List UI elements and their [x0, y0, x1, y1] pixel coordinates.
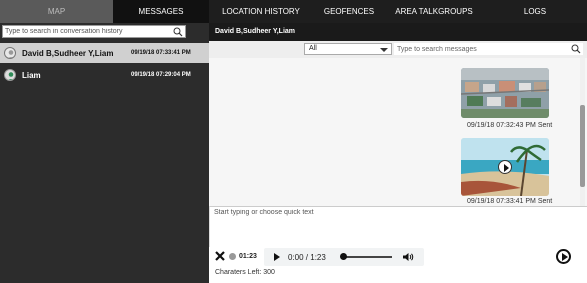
close-icon[interactable] — [214, 250, 226, 262]
message-thread: 09/19/18 07:32:43 PM Sent 09/19/18 07:33… — [209, 58, 587, 206]
audio-player: 0:00 / 1:23 — [264, 248, 424, 266]
search-icon[interactable] — [173, 27, 183, 37]
voice-recording-bar: 01:23 0:00 / 1:23 — [209, 247, 587, 267]
filter-selected-value: All — [309, 45, 317, 52]
conversation-name: David B,Sudheer Y,Liam — [22, 49, 114, 58]
scrollbar-thumb[interactable] — [580, 105, 585, 187]
message-search — [394, 43, 583, 55]
conversation-panel: David B,Sudheer Y,Liam 09/19/18 07:33:41… — [0, 23, 209, 283]
search-icon[interactable] — [571, 44, 581, 54]
characters-left: Charaters Left: 300 — [215, 269, 275, 276]
play-video-icon[interactable] — [498, 160, 512, 174]
tab-map[interactable]: MAP — [0, 0, 113, 23]
conversation-search-input[interactable] — [5, 26, 170, 37]
tab-messages[interactable]: MESSAGES — [113, 0, 209, 23]
send-button[interactable] — [556, 249, 571, 264]
message-filter-select[interactable]: All — [304, 43, 392, 55]
conversation-search — [2, 25, 186, 38]
message-composer — [209, 206, 587, 247]
thread-header: David B,Sudheer Y,Liam — [209, 23, 587, 41]
conversation-time: 09/19/18 07:33:41 PM — [131, 50, 191, 56]
tab-logs[interactable]: LOGS — [483, 0, 587, 23]
conversation-item[interactable]: Liam 09/19/18 07:29:04 PM — [0, 65, 209, 85]
conversation-item[interactable]: David B,Sudheer Y,Liam 09/19/18 07:33:41… — [0, 43, 209, 63]
audio-time: 0:00 / 1:23 — [288, 253, 326, 262]
filter-bar: All — [209, 41, 587, 58]
conversation-time: 09/19/18 07:29:04 PM — [131, 72, 191, 78]
recording-time: 01:23 — [239, 253, 257, 260]
message-timestamp: 09/19/18 07:33:41 PM Sent — [467, 198, 553, 205]
conversation-name: Liam — [22, 71, 41, 80]
message-input[interactable] — [214, 209, 574, 243]
group-avatar-icon — [4, 47, 16, 59]
tab-area-talkgroups[interactable]: AREA TALKGROUPS — [385, 0, 483, 23]
record-indicator-icon — [229, 253, 236, 260]
volume-icon[interactable] — [402, 252, 414, 262]
audio-progress-bar[interactable] — [342, 256, 392, 258]
thread-panel: David B,Sudheer Y,Liam All Type to searc… — [209, 23, 587, 283]
message-search-input[interactable] — [397, 43, 562, 55]
play-icon[interactable] — [274, 253, 280, 261]
tab-location-history[interactable]: LOCATION HISTORY — [209, 0, 313, 23]
tab-geofences[interactable]: GEOFENCES — [313, 0, 385, 23]
top-nav: MAP MESSAGES LOCATION HISTORY GEOFENCES … — [0, 0, 587, 23]
user-avatar-icon — [4, 69, 16, 81]
chevron-down-icon — [380, 48, 388, 52]
image-message[interactable] — [461, 68, 549, 118]
message-timestamp: 09/19/18 07:32:43 PM Sent — [467, 122, 553, 129]
audio-progress-knob[interactable] — [340, 253, 347, 260]
thread-title: David B,Sudheer Y,Liam — [215, 28, 296, 35]
aerial-city-image — [461, 68, 549, 118]
video-message[interactable] — [461, 138, 549, 196]
